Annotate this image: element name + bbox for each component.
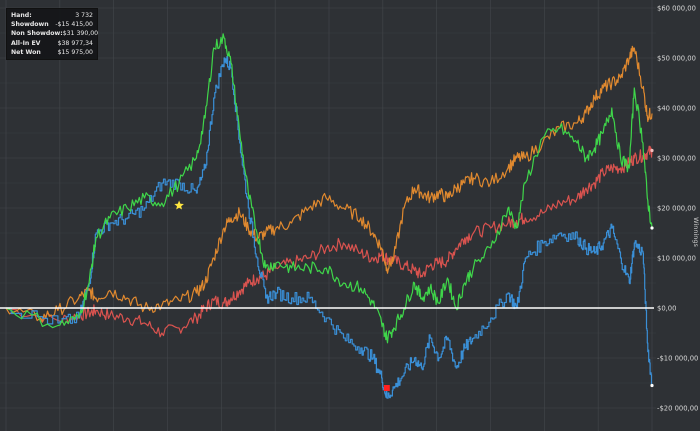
- marker-dot: [650, 148, 654, 153]
- marker-dot: [650, 226, 654, 230]
- stat-row-non-showdown: Non Showdow: $31 390,00: [11, 29, 98, 38]
- y-axis-title: Winnings: [692, 217, 700, 247]
- stat-label: Showdown: [11, 21, 49, 29]
- marker-square: [383, 385, 390, 391]
- y-tick-label: -$20 000,00: [657, 404, 698, 412]
- stat-label: Non Showdow:: [11, 30, 63, 38]
- chart-canvas: $60 000,00 $50 000,00 $40 000,00 $30 000,00…: [0, 0, 700, 431]
- stat-label: All-In EV: [11, 39, 41, 47]
- y-tick-label: $0,00: [657, 304, 676, 312]
- stat-value: -$15 415,00: [55, 21, 93, 29]
- stat-row-net-won: Net Won $15 975,00: [11, 48, 93, 57]
- stat-value: $38 977,34: [57, 39, 93, 47]
- stats-summary-panel: Hand: 3 732 Showdown -$15 415,00 Non Sho…: [6, 8, 98, 61]
- y-tick-label: $10 000,00: [657, 254, 696, 262]
- stat-row-hands: Hand: 3 732: [11, 11, 93, 20]
- marker-dot: [650, 383, 654, 388]
- y-tick-label: $20 000,00: [657, 204, 696, 212]
- stat-value: 3 732: [75, 12, 93, 19]
- stat-label: Net Won: [11, 48, 41, 56]
- plot-background: [0, 0, 700, 431]
- y-tick-label: $40 000,00: [657, 104, 696, 112]
- y-tick-label: -$10 000,00: [657, 354, 698, 362]
- y-tick-label: $30 000,00: [657, 154, 696, 162]
- stat-value: $31 390,00: [62, 30, 99, 38]
- stat-value: $15 975,00: [57, 48, 93, 56]
- winnings-graph: $60 000,00 $50 000,00 $40 000,00 $30 000,00…: [0, 0, 700, 431]
- stat-row-allin-ev: All-In EV $38 977,34: [11, 39, 93, 48]
- stat-label: Hand:: [11, 12, 32, 19]
- y-tick-label: $60 000,00: [657, 4, 696, 12]
- stat-row-showdown: Showdown -$15 415,00: [11, 20, 93, 29]
- y-tick-label: $50 000,00: [657, 54, 696, 62]
